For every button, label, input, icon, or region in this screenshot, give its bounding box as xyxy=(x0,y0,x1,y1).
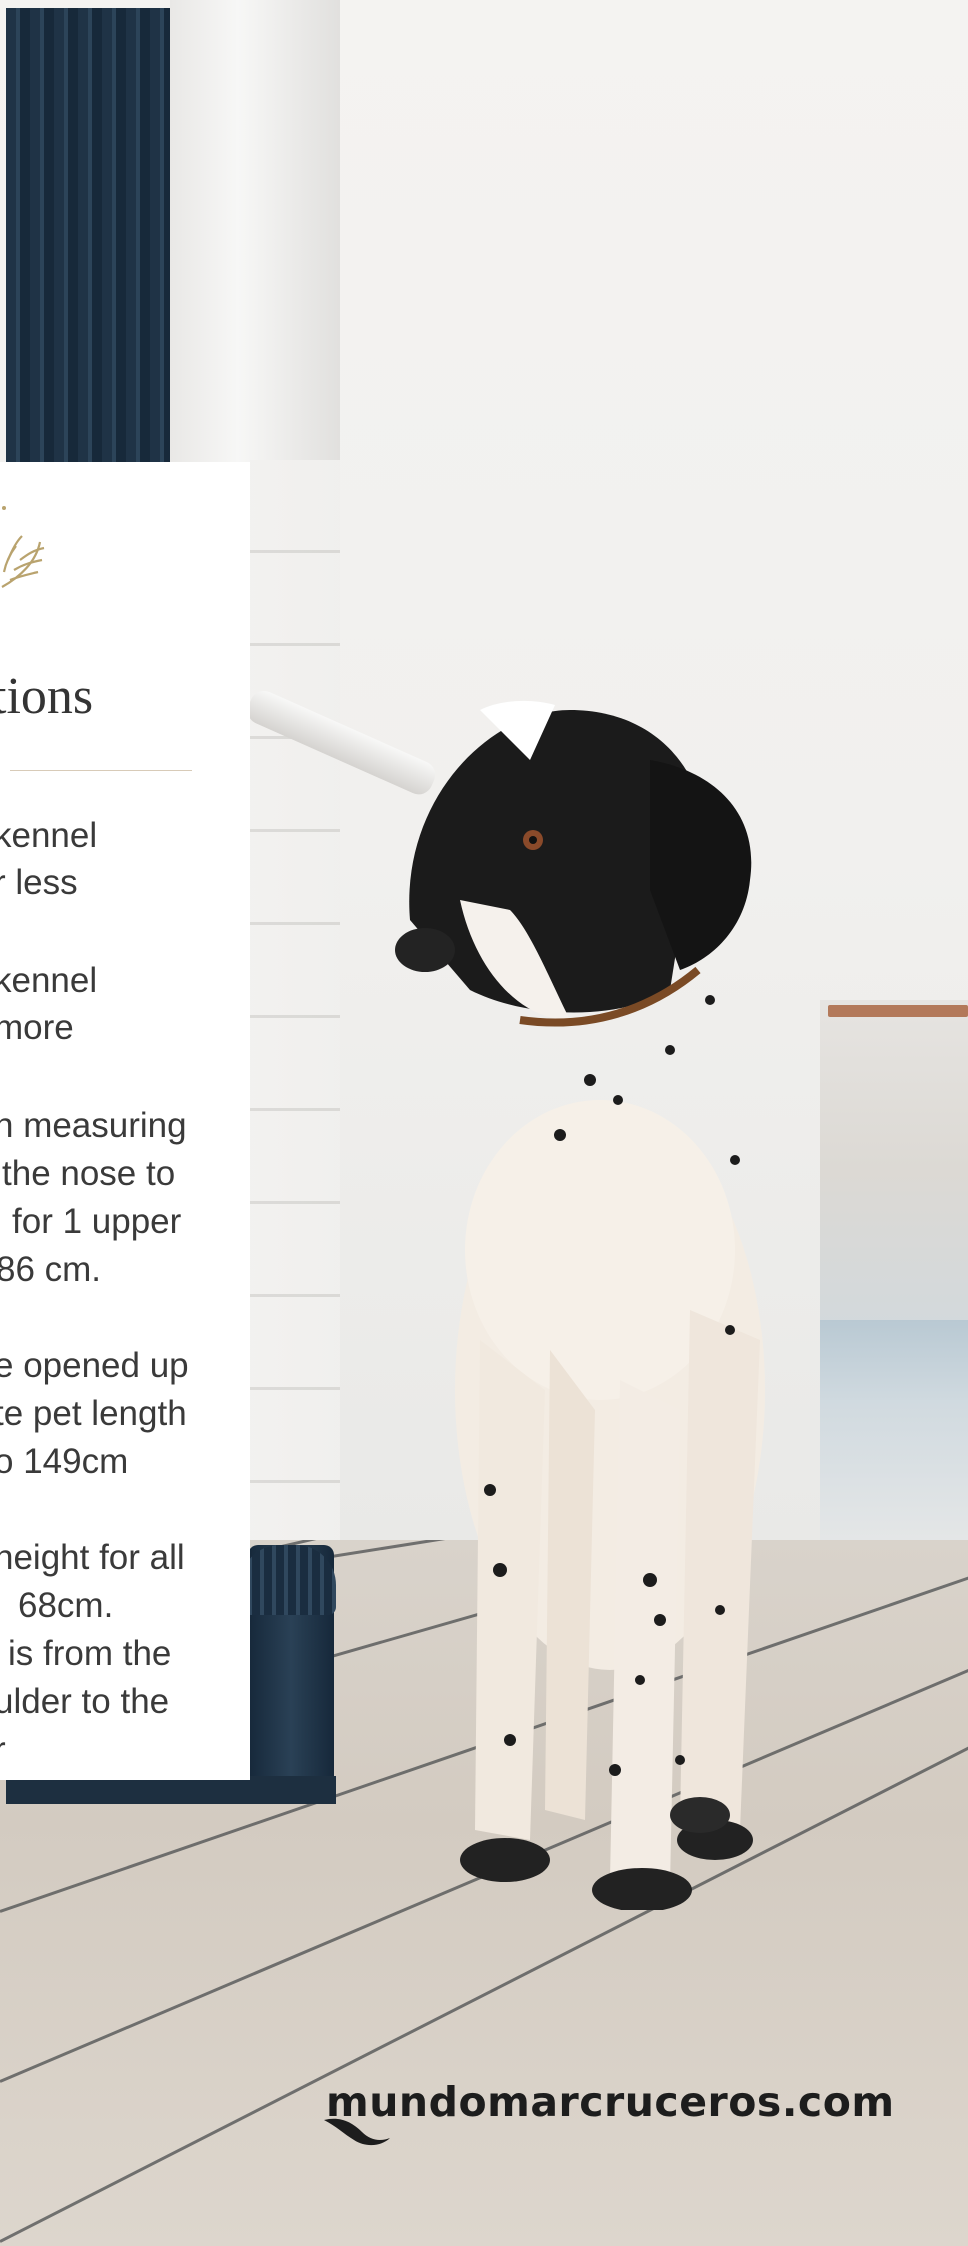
card-text-line: r less xyxy=(0,863,78,902)
navy-pillar xyxy=(6,8,170,470)
card-text-line: for 1 upper xyxy=(12,1202,182,1241)
card-text-line: r xyxy=(0,1726,6,1774)
card-text-line: ulder to the xyxy=(0,1682,170,1721)
card-text-line: te pet length xyxy=(0,1394,187,1433)
card-text-line: e opened up xyxy=(0,1346,189,1385)
wooden-handrail xyxy=(828,1005,968,1017)
info-card: tions kennel r less kennel more h measur… xyxy=(0,462,250,1780)
card-text-line: kennel xyxy=(0,961,98,1000)
hero-photo: tions kennel r less kennel more h measur… xyxy=(0,0,968,2246)
card-text-line: kennel xyxy=(0,816,98,855)
sea-band xyxy=(820,1320,968,1400)
brand-logo-text: mundomarcruceros.com xyxy=(326,2078,895,2126)
card-text-line: is from the xyxy=(8,1634,172,1673)
card-title: tions xyxy=(0,668,94,725)
background-deck-view xyxy=(820,1000,968,1560)
navy-bollard-cap xyxy=(240,1545,336,1615)
card-text-line: o 149cm xyxy=(0,1442,129,1481)
wave-swoosh-icon xyxy=(324,2118,390,2146)
card-text-line: 86 cm. xyxy=(0,1250,102,1289)
pointer-dog xyxy=(395,700,765,1910)
navy-base-strip xyxy=(6,1776,336,1804)
card-text-line: more xyxy=(0,1008,74,1047)
card-divider xyxy=(10,770,192,771)
card-text-line: 68cm. xyxy=(18,1586,114,1625)
laurel-crest-icon xyxy=(1,506,45,588)
ship-wall-panels xyxy=(250,460,340,1560)
card-text-line: h measuring xyxy=(0,1106,187,1145)
card-text-line: the nose to xyxy=(2,1154,176,1193)
card-text-line: height for all xyxy=(0,1538,185,1577)
brand-logo[interactable]: mundomarcruceros.com xyxy=(322,2078,894,2148)
